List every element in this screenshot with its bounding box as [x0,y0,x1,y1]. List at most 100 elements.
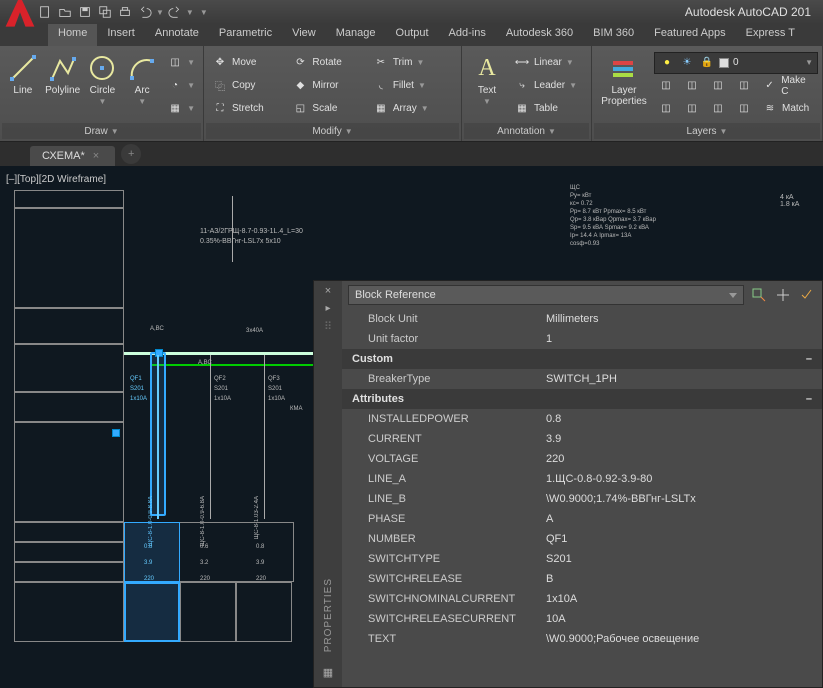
fillet-icon: ◟ [373,78,389,94]
section-attributes[interactable]: Attributes– [342,389,822,409]
properties-title: PROPERTIES [323,578,334,652]
tab-view[interactable]: View [282,24,326,46]
section-custom[interactable]: Custom– [342,349,822,369]
fillet-button[interactable]: ◟Fillet▼ [369,75,457,97]
array-icon: ▦ [373,101,389,117]
tab-annotate[interactable]: Annotate [145,24,209,46]
layer-tool8[interactable]: ◫ [732,98,756,120]
polyline-icon [47,52,79,84]
linear-icon: ⟷ [514,55,530,71]
move-button[interactable]: ✥Move [208,52,286,74]
lightbulb-icon: ● [659,55,675,71]
tab-manage[interactable]: Manage [326,24,386,46]
tab-addins[interactable]: Add-ins [439,24,496,46]
layer-tool7[interactable]: ◫ [706,98,730,120]
leader-button[interactable]: ⤷Leader▼ [510,75,581,97]
draw-extra1[interactable]: ◫▼ [163,52,199,74]
layer-properties-button[interactable]: Layer Properties [596,50,652,121]
tab-bim360[interactable]: BIM 360 [583,24,644,46]
properties-handle[interactable]: × ▸ ⠿ PROPERTIES ▦ [314,281,342,687]
stretch-button[interactable]: ⛶Stretch [208,98,286,120]
panel-modify: ✥Move ⿻Copy ⛶Stretch ⟳Rotate ◆Mirror ◱Sc… [204,46,462,141]
qat-more[interactable]: ▼ [200,8,208,17]
open-icon[interactable] [56,3,74,21]
trim-button[interactable]: ✂Trim▼ [369,52,457,74]
polyline-button[interactable]: Polyline [44,50,82,121]
save-icon[interactable] [76,3,94,21]
stretch-icon: ⛶ [212,101,228,117]
tab-insert[interactable]: Insert [97,24,145,46]
copy-button[interactable]: ⿻Copy [208,75,286,97]
layer-selector[interactable]: ● ☀ 🔒 0 ▼ [654,52,818,74]
layer-tool4[interactable]: ◫ [732,75,756,97]
mirror-icon: ◆ [292,78,308,94]
undo-icon[interactable] [136,3,154,21]
draw-extra3[interactable]: ▦▼ [163,98,199,120]
panel-modify-label[interactable]: Modify▼ [206,123,459,139]
tab-a360[interactable]: Autodesk 360 [496,24,583,46]
toggle-pickadd-icon[interactable] [798,286,816,304]
trim-icon: ✂ [373,55,389,71]
circle-button[interactable]: Circle▼ [84,50,122,121]
tab-featured[interactable]: Featured Apps [644,24,736,46]
panel-draw: Line Polyline Circle▼ Arc▼ ◫▼ ◔▼ ▦▼ Draw… [0,46,204,141]
undo-dropdown[interactable]: ▼ [156,8,164,17]
object-type-selector[interactable]: Block Reference [348,285,744,305]
line-icon [7,52,39,84]
saveas-icon[interactable] [96,3,114,21]
array-button[interactable]: ▦Array▼ [369,98,457,120]
properties-header: Block Reference [342,281,822,309]
new-icon[interactable] [36,3,54,21]
layer-tool3[interactable]: ◫ [706,75,730,97]
layer-tool5[interactable]: ◫ [654,98,678,120]
leader-icon: ⤷ [514,78,530,94]
tab-express[interactable]: Express T [736,24,805,46]
document-tab[interactable]: СХЕМА* × [30,146,115,166]
quick-access-toolbar: ▼ ▼ ▼ [36,3,208,21]
app-logo[interactable] [4,0,32,26]
layer-tool6[interactable]: ◫ [680,98,704,120]
table-button[interactable]: ▦Table [510,98,581,120]
circle-icon [86,52,118,84]
new-tab-button[interactable]: + [121,144,141,164]
match-layer-button[interactable]: ≋Match [758,98,813,120]
quickselect-icon[interactable] [750,286,768,304]
options-icon[interactable]: ▦ [323,666,333,679]
rotate-button[interactable]: ⟳Rotate [288,52,366,74]
text-button[interactable]: A Text▼ [466,50,508,121]
panel-annotation-label[interactable]: Annotation▼ [464,123,589,139]
linear-button[interactable]: ⟷Linear▼ [510,52,581,74]
layer-tool2[interactable]: ◫ [680,75,704,97]
copy-icon: ⿻ [212,78,228,94]
line-button[interactable]: Line [4,50,42,121]
panel-annotation: A Text▼ ⟷Linear▼ ⤷Leader▼ ▦Table Annotat… [462,46,592,141]
make-current-button[interactable]: ✓Make C [758,75,818,97]
select-objects-icon[interactable] [774,286,792,304]
tab-parametric[interactable]: Parametric [209,24,282,46]
pin-icon[interactable]: ▸ [325,303,330,314]
draw-extra2[interactable]: ◔▼ [163,75,199,97]
panel-draw-label[interactable]: Draw▼ [2,123,201,139]
close-tab-icon[interactable]: × [93,150,99,162]
mirror-button[interactable]: ◆Mirror [288,75,366,97]
grip-icon[interactable]: ⠿ [324,320,332,333]
layer-properties-icon [608,52,640,84]
scale-button[interactable]: ◱Scale [288,98,366,120]
close-icon[interactable]: × [325,285,331,297]
tab-home[interactable]: Home [48,24,97,46]
table-icon: ▦ [514,101,530,117]
layer-tool1[interactable]: ◫ [654,75,678,97]
panel-layers-label[interactable]: Layers▼ [594,123,820,139]
titlebar: ▼ ▼ ▼ Autodesk AutoCAD 201 [0,0,823,24]
redo-dropdown[interactable]: ▼ [186,8,194,17]
properties-panel: × ▸ ⠿ PROPERTIES ▦ Block Reference Block… [313,280,823,688]
scale-icon: ◱ [292,101,308,117]
ribbon: Line Polyline Circle▼ Arc▼ ◫▼ ◔▼ ▦▼ Draw… [0,46,823,142]
arc-button[interactable]: Arc▼ [123,50,161,121]
plot-icon[interactable] [116,3,134,21]
view-label[interactable]: [–][Top][2D Wireframe] [6,174,106,185]
move-icon: ✥ [212,55,228,71]
tab-output[interactable]: Output [386,24,439,46]
redo-icon[interactable] [166,3,184,21]
lock-icon: 🔒 [699,55,715,71]
